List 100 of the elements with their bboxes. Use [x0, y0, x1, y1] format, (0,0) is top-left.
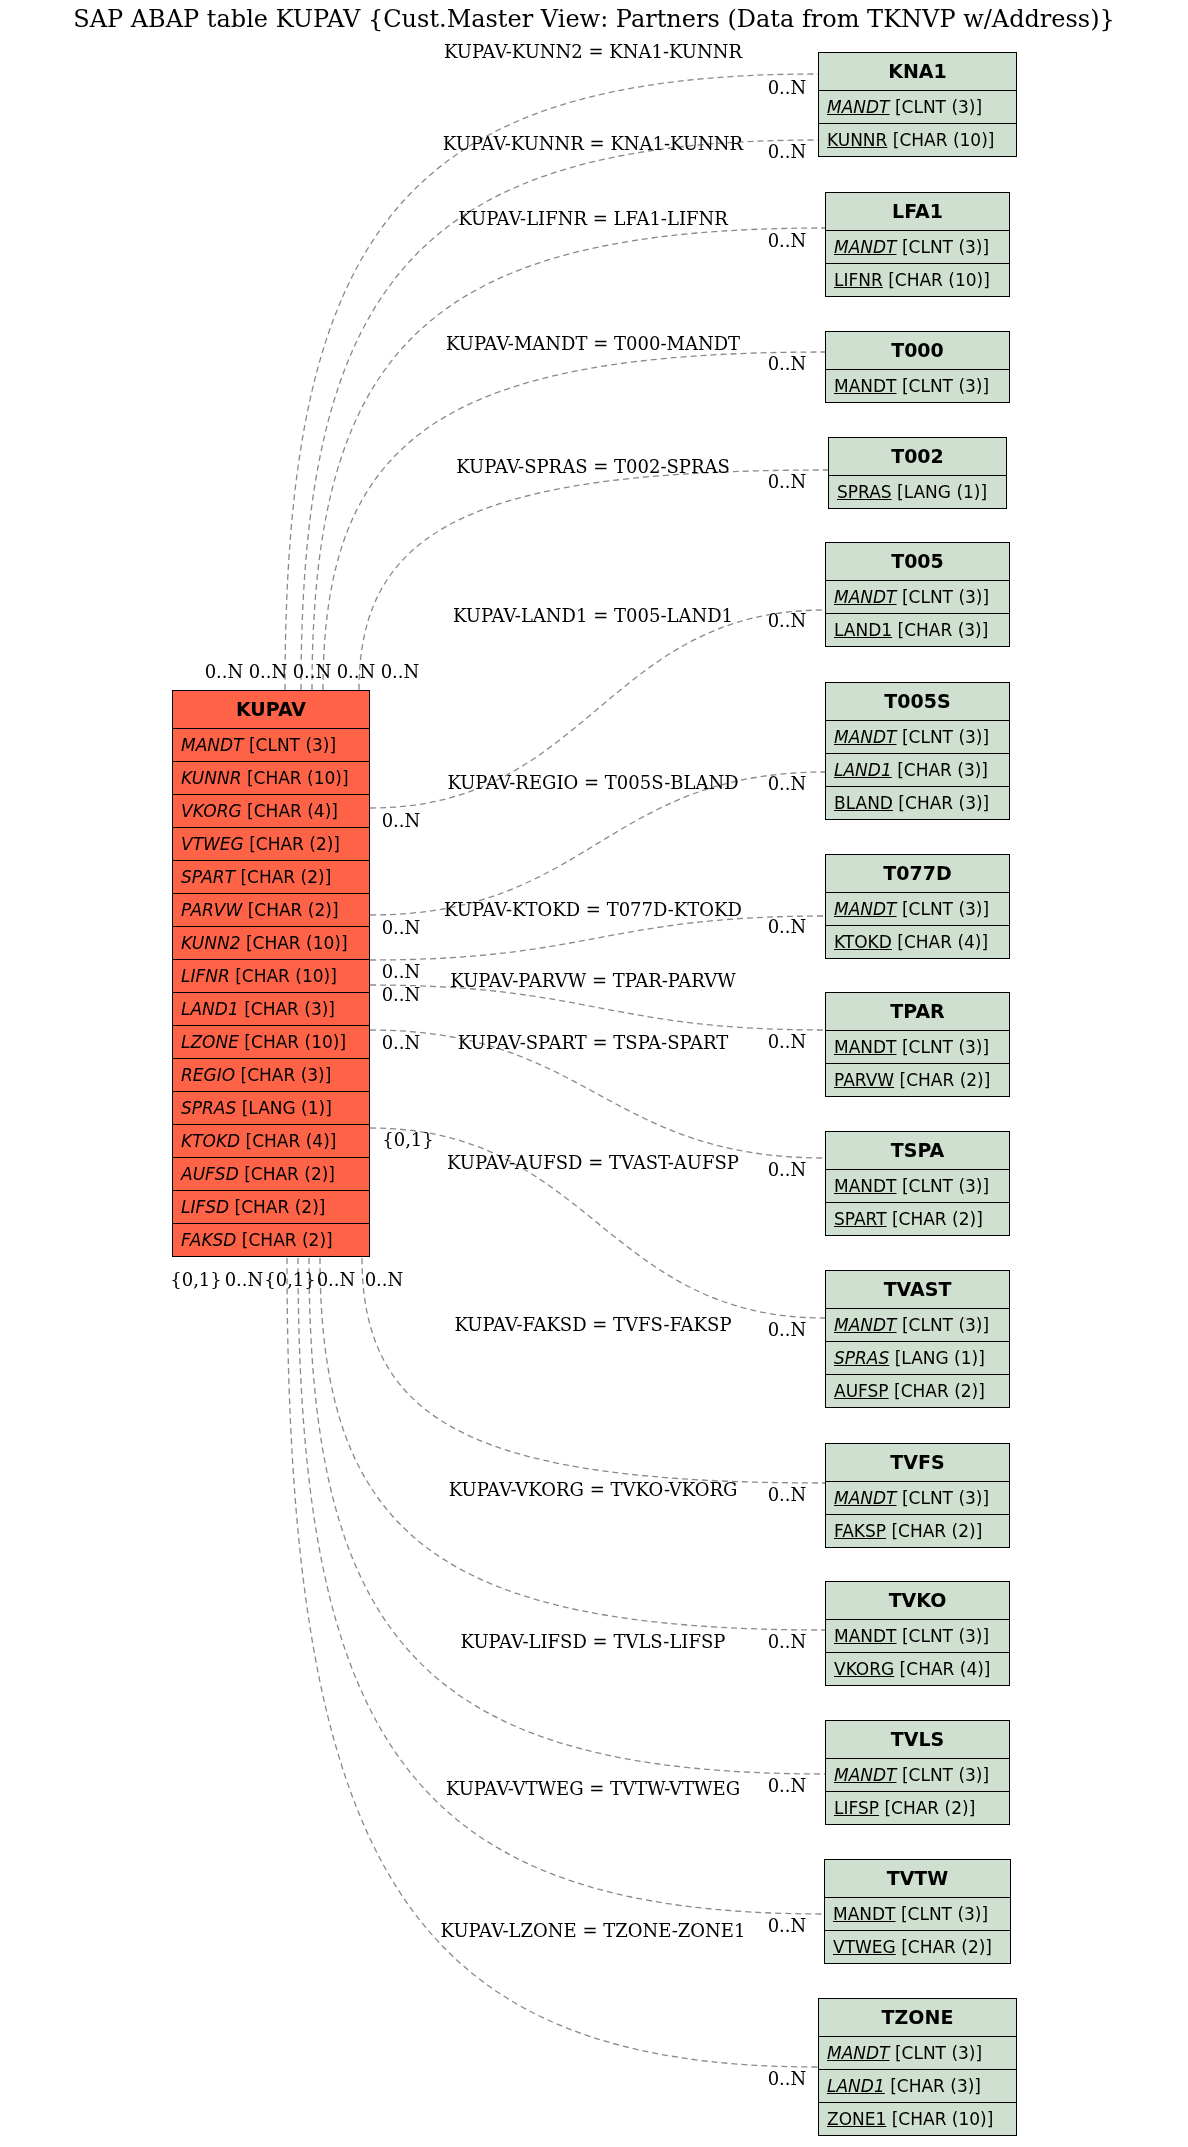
relation-label: KUPAV-LIFNR = LFA1-LIFNR	[458, 209, 728, 229]
table-title: TVFS	[889, 1450, 946, 1475]
cardinality-label: {0,1}	[170, 1270, 222, 1290]
cardinality-label: 0..N	[767, 1776, 807, 1796]
table-title: T077D	[882, 861, 953, 886]
relation-label: KUPAV-VKORG = TVKO-VKORG	[448, 1480, 738, 1500]
table-field: REGIO [CHAR (3)]	[173, 1058, 369, 1091]
table-field: VTWEG [CHAR (2)]	[173, 827, 369, 860]
relation-label: KUPAV-KUNNR = KNA1-KUNNR	[442, 134, 744, 154]
cardinality-label: 0..N	[767, 1632, 807, 1652]
relation-label: KUPAV-SPART = TSPA-SPART	[457, 1033, 729, 1053]
table-field: MANDT [CLNT (3)]	[826, 1169, 1009, 1202]
table-field: MANDT [CLNT (3)]	[826, 230, 1009, 263]
table-field: LIFNR [CHAR (10)]	[173, 959, 369, 992]
diagram-title: SAP ABAP table KUPAV {Cust.Master View: Partners (Data from TKNVP w/Address)}	[72, 4, 1116, 34]
table-field: KUNNR [CHAR (10)]	[819, 123, 1016, 156]
cardinality-label: 0..N	[204, 662, 244, 682]
relation-label: KUPAV-MANDT = T000-MANDT	[445, 334, 741, 354]
table-title: TZONE	[880, 2005, 955, 2030]
table-field: ZONE1 [CHAR (10)]	[819, 2102, 1016, 2135]
relation-label: KUPAV-PARVW = TPAR-PARVW	[450, 971, 736, 991]
table-field: MANDT [CLNT (3)]	[826, 720, 1009, 753]
table-field: MANDT [CLNT (3)]	[173, 728, 369, 761]
relation-label: KUPAV-KUNN2 = KNA1-KUNNR	[443, 42, 743, 62]
cardinality-label: 0..N	[224, 1270, 264, 1290]
table-field: BLAND [CHAR (3)]	[826, 786, 1009, 819]
table-field: VKORG [CHAR (4)]	[173, 794, 369, 827]
table-field: LAND1 [CHAR (3)]	[173, 992, 369, 1025]
table-field: AUFSP [CHAR (2)]	[826, 1374, 1009, 1407]
cardinality-label: 0..N	[767, 774, 807, 794]
table-field: VKORG [CHAR (4)]	[826, 1652, 1009, 1685]
cardinality-label: 0..N	[767, 917, 807, 937]
table-field: MANDT [CLNT (3)]	[826, 369, 1009, 402]
cardinality-label: 0..N	[767, 231, 807, 251]
table-field: LIFSD [CHAR (2)]	[173, 1190, 369, 1223]
relation-label: KUPAV-AUFSD = TVAST-AUFSP	[447, 1153, 739, 1173]
relation-label: KUPAV-SPRAS = T002-SPRAS	[456, 457, 730, 477]
table-field: SPRAS [LANG (1)]	[173, 1091, 369, 1124]
table-title: T005S	[883, 689, 952, 714]
cardinality-label: 0..N	[381, 811, 421, 831]
table-field: MANDT [CLNT (3)]	[826, 1619, 1009, 1652]
cardinality-label: 0..N	[767, 1916, 807, 1936]
cardinality-label: 0..N	[767, 2069, 807, 2089]
cardinality-label: {0,1}	[264, 1270, 316, 1290]
cardinality-label: 0..N	[767, 354, 807, 374]
table-field: LAND1 [CHAR (3)]	[819, 2069, 1016, 2102]
table-field: FAKSD [CHAR (2)]	[173, 1223, 369, 1256]
table-title: TVTW	[885, 1866, 950, 1891]
table-field: MANDT [CLNT (3)]	[819, 2036, 1016, 2069]
cardinality-label: 0..N	[364, 1270, 404, 1290]
table-field: LAND1 [CHAR (3)]	[826, 613, 1009, 646]
table-field: VTWEG [CHAR (2)]	[825, 1930, 1010, 1963]
table-title: T005	[890, 549, 945, 574]
table-field: AUFSD [CHAR (2)]	[173, 1157, 369, 1190]
table-field: KUNN2 [CHAR (10)]	[173, 926, 369, 959]
table-title: T000	[890, 338, 945, 363]
table-title: TVLS	[889, 1727, 946, 1752]
table-field: SPART [CHAR (2)]	[173, 860, 369, 893]
table-title: T002	[890, 444, 945, 469]
table-field: MANDT [CLNT (3)]	[826, 1481, 1009, 1514]
table-field: MANDT [CLNT (3)]	[826, 1758, 1009, 1791]
cardinality-label: 0..N	[381, 962, 421, 982]
relation-label: KUPAV-VTWEG = TVTW-VTWEG	[445, 1779, 741, 1799]
relation-label: KUPAV-REGIO = T005S-BLAND	[447, 773, 739, 793]
table-field: LIFNR [CHAR (10)]	[826, 263, 1009, 296]
relation-label: KUPAV-LAND1 = T005-LAND1	[452, 606, 734, 626]
table-title: KUPAV	[234, 697, 308, 722]
table-title: TPAR	[889, 999, 946, 1024]
cardinality-label: 0..N	[767, 1485, 807, 1505]
cardinality-label: 0..N	[381, 985, 421, 1005]
table-field: KTOKD [CHAR (4)]	[826, 925, 1009, 958]
table-field: SPART [CHAR (2)]	[826, 1202, 1009, 1235]
cardinality-label: 0..N	[381, 918, 421, 938]
table-field: MANDT [CLNT (3)]	[819, 90, 1016, 123]
relation-label: KUPAV-FAKSD = TVFS-FAKSP	[454, 1315, 732, 1335]
table-field: PARVW [CHAR (2)]	[826, 1063, 1009, 1096]
cardinality-label: 0..N	[767, 142, 807, 162]
table-field: MANDT [CLNT (3)]	[826, 580, 1009, 613]
table-field: MANDT [CLNT (3)]	[826, 1308, 1009, 1341]
cardinality-label: 0..N	[316, 1270, 356, 1290]
table-field: MANDT [CLNT (3)]	[825, 1897, 1010, 1930]
cardinality-label: 0..N	[767, 1160, 807, 1180]
table-title: TVKO	[887, 1588, 948, 1613]
table-field: MANDT [CLNT (3)]	[826, 1030, 1009, 1063]
table-field: SPRAS [LANG (1)]	[829, 475, 1006, 508]
table-field: LAND1 [CHAR (3)]	[826, 753, 1009, 786]
cardinality-label: 0..N	[767, 472, 807, 492]
cardinality-label: 0..N	[336, 662, 376, 682]
cardinality-label: 0..N	[380, 662, 420, 682]
table-field: PARVW [CHAR (2)]	[173, 893, 369, 926]
table-field: FAKSP [CHAR (2)]	[826, 1514, 1009, 1547]
table-field: SPRAS [LANG (1)]	[826, 1341, 1009, 1374]
cardinality-label: 0..N	[292, 662, 332, 682]
table-title: KNA1	[887, 59, 948, 84]
cardinality-label: 0..N	[767, 1320, 807, 1340]
relation-label: KUPAV-LZONE = TZONE-ZONE1	[440, 1921, 746, 1941]
cardinality-label: 0..N	[248, 662, 288, 682]
cardinality-label: {0,1}	[382, 1130, 434, 1150]
table-field: KTOKD [CHAR (4)]	[173, 1124, 369, 1157]
table-field: LIFSP [CHAR (2)]	[826, 1791, 1009, 1824]
